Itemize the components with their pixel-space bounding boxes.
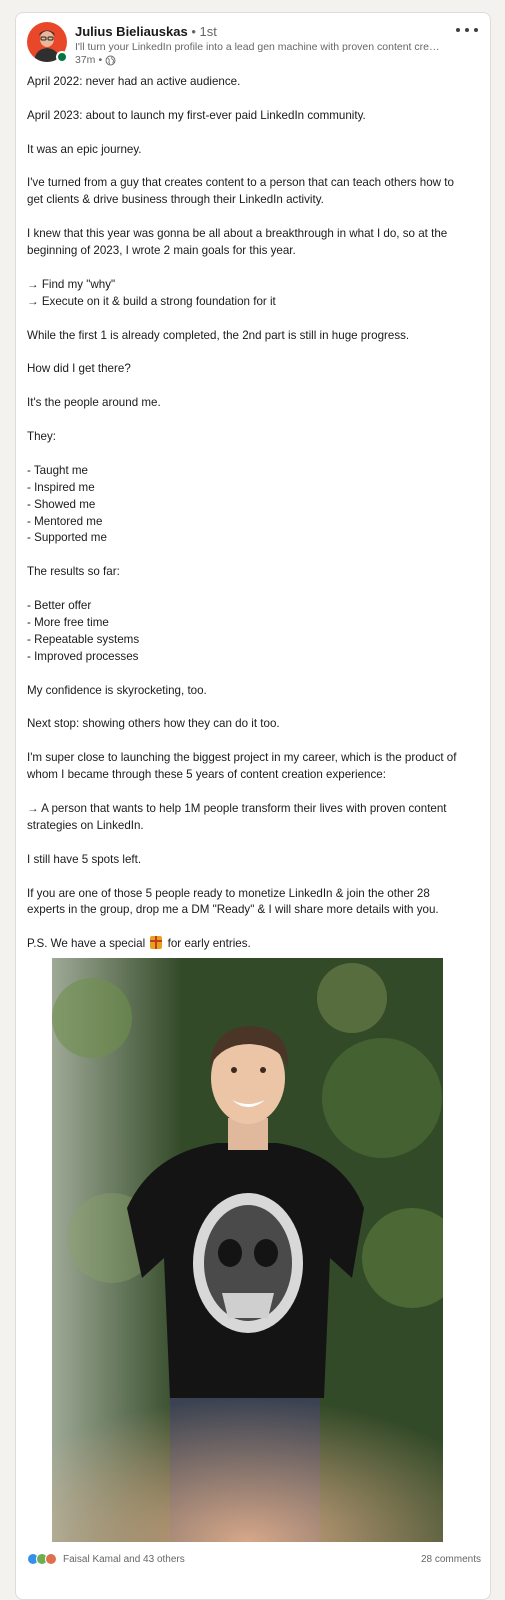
reactions-label[interactable]: Faisal Kamal and 43 others	[63, 1554, 185, 1565]
post-text-line: It was an epic journey.	[27, 142, 142, 156]
post-blank-line	[27, 311, 479, 328]
online-status-icon	[56, 51, 68, 63]
post-blank-line	[27, 784, 479, 801]
post-text-line: April 2023: about to launch my first-eve…	[27, 108, 366, 122]
post-blank-line	[27, 869, 479, 886]
post-text-line: - More free time	[27, 616, 109, 629]
post-text-line: It's the people around me.	[27, 396, 161, 410]
post-text-line: experts in the group, drop me a DM "Read…	[27, 903, 439, 917]
post-blank-line	[27, 733, 479, 750]
post-header: Julius Bieliauskas • 1st I'll turn your …	[16, 13, 490, 71]
post-blank-line	[27, 345, 479, 362]
post-text-line: My confidence is skyrocketing, too.	[27, 683, 207, 697]
post-blank-line	[27, 91, 479, 108]
post-blank-line	[27, 378, 479, 395]
post-text-line: - Better offer	[27, 599, 92, 613]
separator: •	[191, 24, 196, 39]
reactions-summary[interactable]: Faisal Kamal and 43 others	[27, 1553, 185, 1565]
menu-dot	[456, 28, 460, 32]
post-text-line: I've turned from a guy that creates cont…	[27, 176, 454, 190]
post-text-line: I knew that this year was gonna be all a…	[27, 227, 448, 241]
post-body: April 2022: never had an active audience…	[27, 74, 479, 953]
post-text-line: Next stop: showing others how they can d…	[27, 717, 280, 731]
post-blank-line	[27, 581, 479, 598]
post-text-line: - Repeatable systems	[27, 632, 140, 646]
post-text-line: - Mentored me	[27, 514, 103, 528]
post-text-line: - Supported me	[27, 531, 107, 545]
post-time: 37m	[75, 54, 96, 66]
post-meta: 37m •	[75, 54, 116, 67]
post-text-line: How did I get there?	[27, 362, 131, 376]
comments-count[interactable]: 28 comments	[421, 1554, 481, 1565]
post-text-line: April 2022: never had an active audience…	[27, 75, 241, 88]
post-ps-line: P.S. We have a special for early entries…	[27, 936, 479, 953]
post-body-lines: April 2022: never had an active audience…	[27, 74, 479, 936]
author-line: Julius Bieliauskas • 1st	[75, 24, 217, 40]
post-blank-line	[27, 547, 479, 564]
post-text-line: I still have 5 spots left.	[27, 852, 142, 866]
more-options-icon[interactable]	[456, 23, 478, 37]
post-photo[interactable]	[52, 958, 443, 1542]
separator: •	[98, 54, 103, 66]
post-text-line: - Taught me	[27, 463, 89, 477]
author-avatar[interactable]	[27, 22, 68, 63]
love-icon	[45, 1553, 57, 1565]
post-blank-line	[27, 125, 479, 142]
post-text-line: - Showed me	[27, 497, 96, 511]
author-name[interactable]: Julius Bieliauskas	[75, 24, 188, 39]
post-card: Julius Bieliauskas • 1st I'll turn your …	[15, 12, 491, 1600]
post-text-line: - Inspired me	[27, 480, 95, 494]
post-text-line: beginning of 2023, I wrote 2 main goals …	[27, 244, 296, 258]
menu-dot	[465, 28, 469, 32]
post-text-line: strategies on LinkedIn.	[27, 818, 144, 832]
post-text-line: → Find my "why"	[27, 277, 116, 291]
menu-dot	[474, 28, 478, 32]
post-text-line: I'm super close to launching the biggest…	[27, 751, 457, 765]
post-text-line: While the first 1 is already completed, …	[27, 328, 410, 342]
post-text-line: They:	[27, 430, 56, 444]
post-blank-line	[27, 700, 479, 717]
post-blank-line	[27, 412, 479, 429]
globe-icon	[105, 55, 116, 66]
post-blank-line	[27, 919, 479, 936]
post-blank-line	[27, 159, 479, 176]
post-blank-line	[27, 666, 479, 683]
ps-text-before: P.S. We have a special	[27, 937, 146, 951]
post-blank-line	[27, 209, 479, 226]
post-text-line: The results so far:	[27, 565, 120, 579]
post-text-line: - Improved processes	[27, 649, 139, 663]
gift-icon	[150, 936, 163, 950]
post-text-line: → Execute on it & build a strong foundat…	[27, 294, 276, 308]
author-headline[interactable]: I'll turn your LinkedIn profile into a l…	[75, 41, 445, 54]
reaction-icons	[27, 1553, 57, 1565]
post-blank-line	[27, 835, 479, 852]
ps-text-after: for early entries.	[167, 937, 251, 951]
post-text-line: → A person that wants to help 1M people …	[27, 801, 447, 815]
post-footer: Faisal Kamal and 43 others 28 comments	[27, 1550, 481, 1568]
post-text-line: whom I became through these 5 years of c…	[27, 768, 386, 782]
post-text-line: get clients & drive business through the…	[27, 193, 324, 207]
connection-degree: 1st	[199, 24, 217, 39]
post-blank-line	[27, 260, 479, 277]
post-text-line: If you are one of those 5 people ready t…	[27, 886, 430, 900]
post-blank-line	[27, 446, 479, 463]
